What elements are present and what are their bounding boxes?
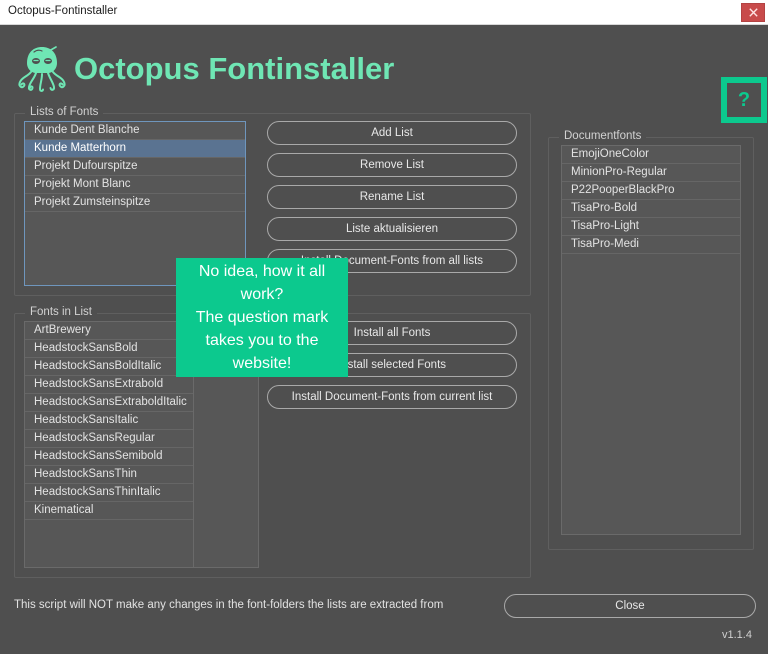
list-item[interactable]: MinionPro-Regular bbox=[562, 164, 740, 182]
footer-note: This script will NOT make any changes in… bbox=[14, 599, 444, 611]
list-item[interactable]: ArtBrewery bbox=[25, 322, 193, 340]
list-item[interactable]: TisaPro-Bold bbox=[562, 200, 740, 218]
list-item[interactable]: HeadstockSansSemibold bbox=[25, 448, 193, 466]
list-item[interactable]: HeadstockSansThinItalic bbox=[25, 484, 193, 502]
refresh-list-button[interactable]: Liste aktualisieren bbox=[267, 217, 517, 241]
help-tooltip: No idea, how it all work? The question m… bbox=[176, 258, 348, 377]
list-item[interactable]: TisaPro-Medi bbox=[562, 236, 740, 254]
list-item[interactable]: Projekt Zumsteinspitze bbox=[25, 194, 245, 212]
install-document-fonts-current-list-button[interactable]: Install Document-Fonts from current list bbox=[267, 385, 517, 409]
list-item[interactable]: Projekt Mont Blanc bbox=[25, 176, 245, 194]
list-item[interactable]: HeadstockSansThin bbox=[25, 466, 193, 484]
documentfonts-group-title: Documentfonts bbox=[559, 130, 647, 142]
close-icon bbox=[748, 8, 758, 17]
fonts-in-list-listbox[interactable]: ArtBrewery HeadstockSansBold HeadstockSa… bbox=[24, 321, 194, 568]
rename-list-button[interactable]: Rename List bbox=[267, 185, 517, 209]
list-item[interactable]: TisaPro-Light bbox=[562, 218, 740, 236]
list-item[interactable]: Projekt Dufourspitze bbox=[25, 158, 245, 176]
tooltip-line-5: website! bbox=[232, 355, 292, 372]
list-item[interactable]: Kunde Dent Blanche bbox=[25, 122, 245, 140]
list-item[interactable]: EmojiOneColor bbox=[562, 146, 740, 164]
list-item[interactable]: P22PooperBlackPro bbox=[562, 182, 740, 200]
list-item[interactable]: HeadstockSansExtrabold bbox=[25, 376, 193, 394]
list-item[interactable]: HeadstockSansRegular bbox=[25, 430, 193, 448]
list-item[interactable]: Kunde Matterhorn bbox=[25, 140, 245, 158]
close-window-button[interactable] bbox=[741, 3, 765, 22]
remove-list-button[interactable]: Remove List bbox=[267, 153, 517, 177]
title-bar: Octopus-Fontinstaller bbox=[0, 0, 768, 25]
main-window-body: Octopus Fontinstaller ? Lists of Fonts K… bbox=[0, 25, 768, 654]
tooltip-line-2: work? bbox=[240, 286, 284, 303]
list-item[interactable]: HeadstockSansExtraboldItalic bbox=[25, 394, 193, 412]
close-button[interactable]: Close bbox=[504, 594, 756, 618]
list-item[interactable]: HeadstockSansItalic bbox=[25, 412, 193, 430]
list-item[interactable]: HeadstockSansBold bbox=[25, 340, 193, 358]
tooltip-line-3: The question mark bbox=[195, 309, 329, 326]
help-button[interactable]: ? bbox=[721, 77, 767, 123]
tooltip-line-4: takes you to the bbox=[205, 332, 319, 349]
window-title: Octopus-Fontinstaller bbox=[8, 5, 118, 17]
application-window: Octopus-Fontinstaller Octopus Fontinstal… bbox=[0, 0, 768, 654]
list-item[interactable]: Kinematical bbox=[25, 502, 193, 520]
list-item[interactable]: HeadstockSansBoldItalic bbox=[25, 358, 193, 376]
octopus-logo-icon bbox=[13, 39, 71, 97]
add-list-button[interactable]: Add List bbox=[267, 121, 517, 145]
lists-of-fonts-group-title: Lists of Fonts bbox=[25, 106, 104, 118]
documentfonts-listbox[interactable]: EmojiOneColor MinionPro-Regular P22Poope… bbox=[561, 145, 741, 535]
tooltip-line-1: No idea, how it all bbox=[198, 263, 326, 280]
version-label: v1.1.4 bbox=[722, 629, 752, 641]
page-title: Octopus Fontinstaller bbox=[74, 51, 395, 86]
fonts-in-list-group-title: Fonts in List bbox=[25, 306, 97, 318]
